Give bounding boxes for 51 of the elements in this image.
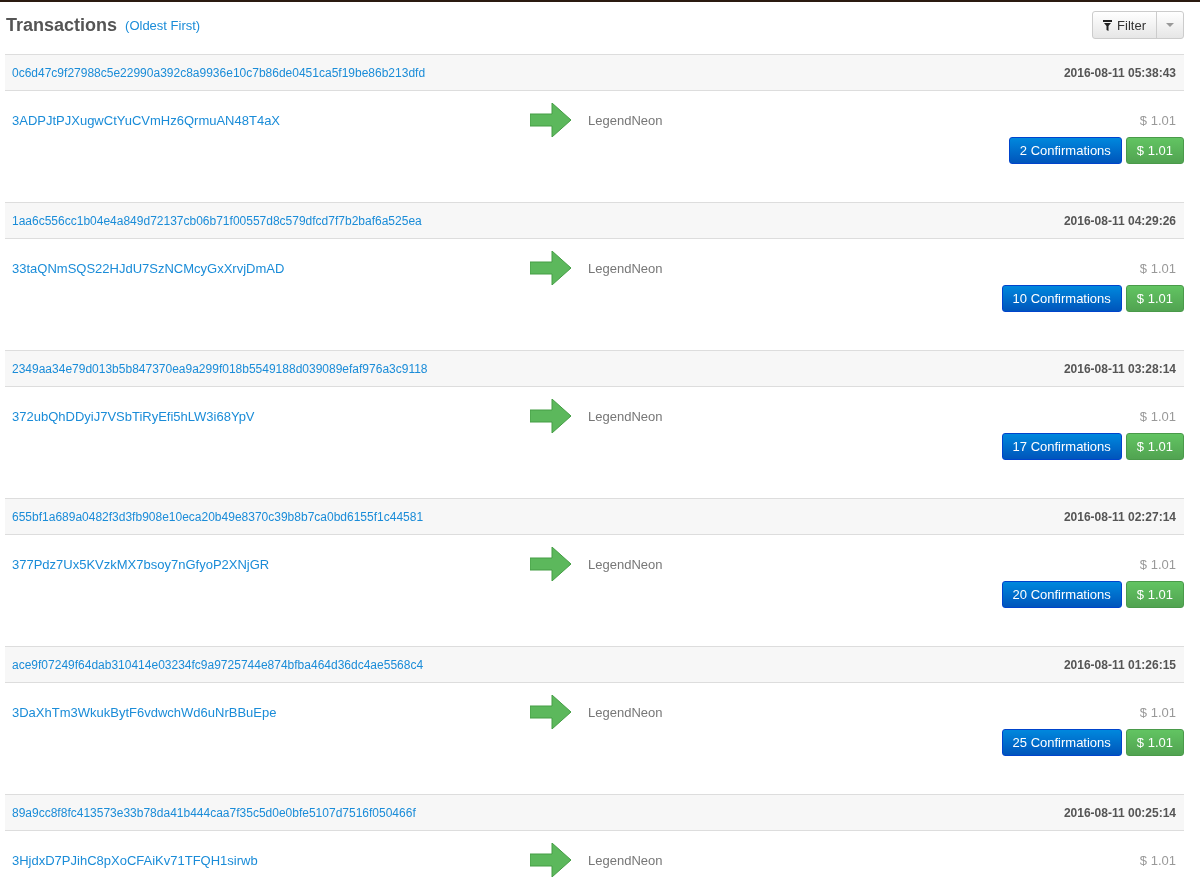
sender-address-link[interactable]: 3HjdxD7PJihC8pXoCFAiKv71TFQH1sirwb bbox=[12, 852, 530, 868]
caret-icon bbox=[1166, 23, 1174, 27]
right-arrow-icon bbox=[530, 547, 572, 581]
transaction-time: 2016-08-11 02:27:14 bbox=[1063, 509, 1176, 524]
amount: $ 1.01 bbox=[1139, 704, 1176, 720]
transaction-hash-link[interactable]: 1aa6c556cc1b04e4a849d72137cb06b71f00557d8c579dfcd7f7b2baf6a525ea bbox=[12, 213, 422, 228]
total-amount-button[interactable]: $ 1.01 bbox=[1125, 285, 1184, 312]
transaction-hash-link[interactable]: 655bf1a689a0482f3d3fb908e10eca20b49e8370c39b8b7ca0bd6155f1c44581 bbox=[12, 509, 424, 524]
confirmations-button[interactable]: 20 Confirmations bbox=[1001, 581, 1122, 608]
page-title: Transactions bbox=[6, 14, 118, 36]
recipient-name: LegendNeon bbox=[588, 704, 664, 720]
total-amount-button[interactable]: $ 1.01 bbox=[1125, 729, 1184, 756]
confirmations-button[interactable]: 25 Confirmations bbox=[1001, 729, 1122, 756]
transaction-time: 2016-08-11 03:28:14 bbox=[1063, 361, 1176, 376]
amount: $ 1.01 bbox=[1139, 556, 1176, 572]
filter-button[interactable]: Filter bbox=[1093, 12, 1157, 38]
right-arrow-icon bbox=[530, 399, 572, 433]
amount: $ 1.01 bbox=[1139, 112, 1176, 128]
transaction-hash-link[interactable]: ace9f07249f64dab310414e03234fc9a9725744e874bfba464d36dc4ae5568c4 bbox=[12, 657, 424, 672]
right-arrow-icon bbox=[530, 251, 572, 285]
amount: $ 1.01 bbox=[1139, 260, 1176, 276]
recipient-name: LegendNeon bbox=[588, 112, 664, 128]
recipient-name: LegendNeon bbox=[588, 852, 664, 868]
sender-address-link[interactable]: 3DaXhTm3WkukBytF6vdwchWd6uNrBBuEpe bbox=[12, 704, 530, 720]
total-amount-button[interactable]: $ 1.01 bbox=[1125, 137, 1184, 164]
transaction-hash-link[interactable]: 89a9cc8f8fc413573e33b78da41b444caa7f35c5d0e0bfe5107d7516f050466f bbox=[12, 805, 416, 820]
sender-address-link[interactable]: 3ADPJtPJXugwCtYuCVmHz6QrmuAN48T4aX bbox=[12, 112, 530, 128]
transaction-time: 2016-08-11 05:38:43 bbox=[1063, 65, 1176, 80]
transaction-time: 2016-08-11 01:26:15 bbox=[1063, 657, 1176, 672]
transaction-hash-link[interactable]: 0c6d47c9f27988c5e22990a392c8a9936e10c7b86de0451ca5f19be86b213dfd bbox=[12, 65, 426, 80]
recipient-name: LegendNeon bbox=[588, 408, 664, 424]
sender-address-link[interactable]: 33taQNmSQS22HJdU7SzNCMcyGxXrvjDmAD bbox=[12, 260, 530, 276]
amount: $ 1.01 bbox=[1139, 408, 1176, 424]
transaction-time: 2016-08-11 00:25:14 bbox=[1063, 805, 1176, 820]
confirmations-button[interactable]: 17 Confirmations bbox=[1001, 433, 1122, 460]
right-arrow-icon bbox=[530, 843, 572, 877]
recipient-name: LegendNeon bbox=[588, 556, 664, 572]
recipient-name: LegendNeon bbox=[588, 260, 664, 276]
transaction-hash-link[interactable]: 2349aa34e79d013b5b847370ea9a299f018b5549188d039089efaf976a3c9118 bbox=[12, 361, 428, 376]
funnel-icon bbox=[1103, 19, 1113, 31]
transaction-time: 2016-08-11 04:29:26 bbox=[1063, 213, 1176, 228]
total-amount-button[interactable]: $ 1.01 bbox=[1125, 433, 1184, 460]
right-arrow-icon bbox=[530, 103, 572, 137]
confirmations-button[interactable]: 2 Confirmations bbox=[1008, 137, 1122, 164]
right-arrow-icon bbox=[530, 695, 572, 729]
sender-address-link[interactable]: 377Pdz7Ux5KVzkMX7bsoy7nGfyoP2XNjGR bbox=[12, 556, 530, 572]
sort-order-link[interactable]: (Oldest First) bbox=[125, 17, 201, 33]
total-amount-button[interactable]: $ 1.01 bbox=[1125, 581, 1184, 608]
confirmations-button[interactable]: 10 Confirmations bbox=[1001, 285, 1122, 312]
amount: $ 1.01 bbox=[1139, 852, 1176, 868]
sender-address-link[interactable]: 372ubQhDDyiJ7VSbTiRyEfi5hLW3i68YpV bbox=[12, 408, 530, 424]
